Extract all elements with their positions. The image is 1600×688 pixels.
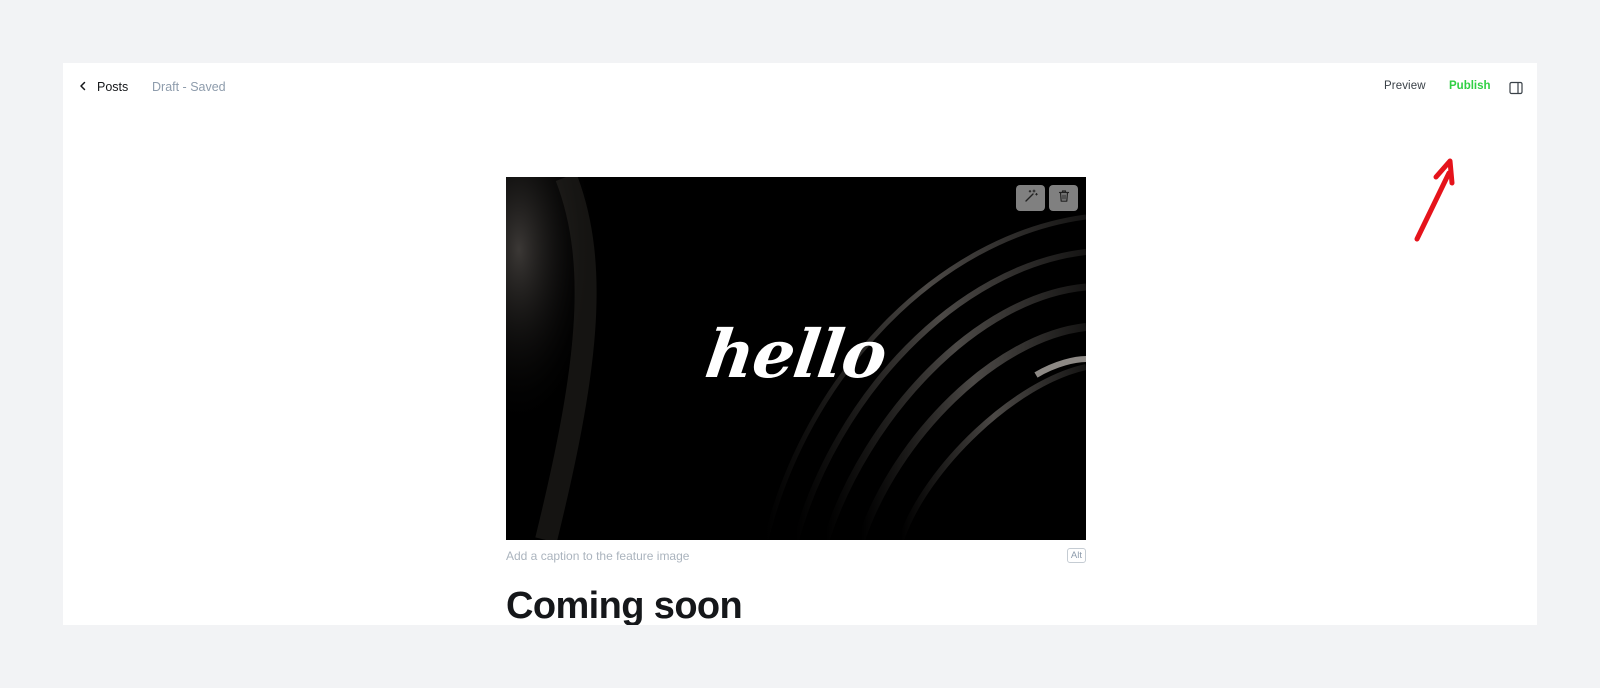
alt-text-button[interactable]: Alt [1066, 548, 1086, 563]
preview-button[interactable]: Preview [1384, 80, 1426, 92]
publish-button[interactable]: Publish [1449, 80, 1491, 92]
editor-header: Posts Draft - Saved Preview Publish [63, 63, 1537, 113]
delete-image-button[interactable] [1049, 185, 1078, 211]
post-editor: Posts Draft - Saved Preview Publish hell… [63, 63, 1537, 625]
post-title[interactable]: Coming soon [506, 585, 743, 625]
chevron-left-icon [77, 80, 89, 95]
feature-image-caption-row: Alt [506, 547, 1086, 565]
trash-icon [1057, 189, 1071, 208]
unsplash-button[interactable] [1016, 185, 1045, 211]
magic-wand-icon [1024, 188, 1038, 208]
sidebar-toggle-button[interactable] [1509, 81, 1523, 95]
sidebar-toggle-icon [1509, 81, 1523, 95]
feature-image[interactable]: hello [506, 177, 1086, 540]
feature-image-text: hello [700, 315, 892, 393]
back-label: Posts [97, 80, 129, 94]
annotation-arrow [1414, 158, 1455, 242]
caption-input[interactable] [506, 547, 1026, 565]
back-to-posts-link[interactable]: Posts [77, 77, 128, 97]
post-status: Draft - Saved [152, 80, 226, 94]
feature-image-actions [1016, 185, 1078, 211]
